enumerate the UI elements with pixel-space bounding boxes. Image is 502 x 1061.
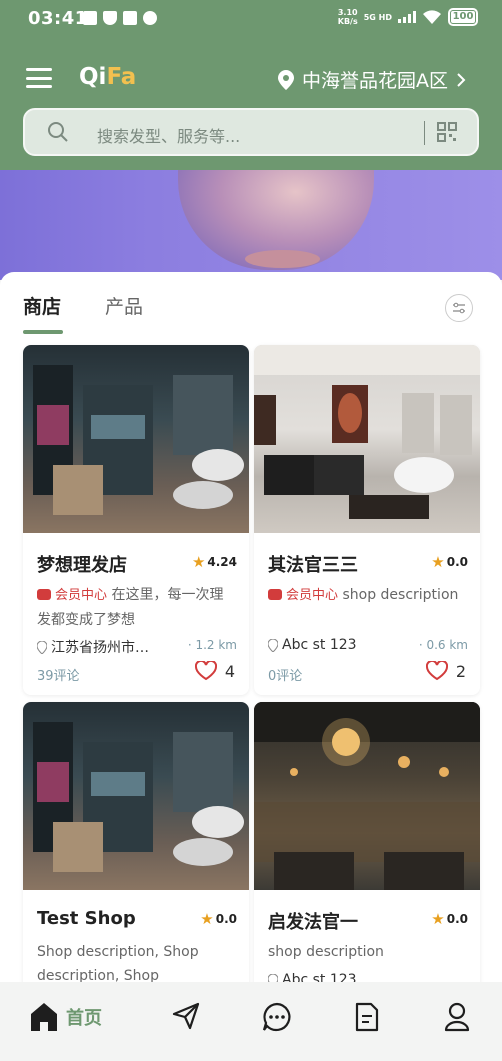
location-selector[interactable]: 中海誉品花园A区 [278,66,466,93]
send-icon [172,1002,200,1030]
notification-icon [83,11,97,25]
star-icon: ★ [431,910,445,928]
shop-card[interactable]: 其法官三三 ★ 0.0 会员中心 shop description Abc st … [254,345,480,695]
member-center-badge: 会员中心 [37,588,107,603]
like-button[interactable]: 2 [425,661,466,681]
search-icon [48,122,68,142]
member-center-badge: 会员中心 [268,588,338,603]
shop-rating: ★ 0.0 [431,553,468,571]
star-icon: ★ [191,553,206,571]
menu-button[interactable] [26,68,52,88]
shop-description: 会员中心 在这里，每一次理发都变成了梦想 [37,587,224,628]
shop-distance: · 0.6 km [418,638,468,652]
user-icon [444,1002,470,1032]
review-count[interactable]: 39评论 [37,665,80,684]
shop-description: shop description [268,944,384,960]
network-speed: 3.10 KB/s [337,8,358,26]
location-pin-icon [268,638,278,652]
signal-icon [398,11,416,23]
home-icon [31,1003,57,1031]
settings-icon [143,11,157,25]
mail-icon [123,11,137,25]
star-icon: ★ [200,910,214,928]
status-time: 03:41 [28,8,88,29]
nav-orders[interactable] [354,1002,380,1032]
app-logo: QiFa [79,64,137,90]
location-pin-icon [278,69,294,90]
shop-distance: · 1.2 km [187,638,237,652]
chat-icon [262,1002,291,1032]
promo-banner[interactable] [0,170,502,280]
search-input[interactable]: 搜索发型、服务等... [97,123,240,147]
location-pin-icon [37,640,47,654]
shield-icon [103,11,117,25]
app-header: 03:41 3.10 KB/s 5G HD 100 QiFa 中海誉品花园A区 … [0,0,502,170]
shop-image [254,702,480,890]
filter-icon [453,302,465,314]
shop-name: 其法官三三 [268,555,358,576]
shop-rating: ★ 4.24 [191,553,237,571]
shop-address: Abc st 123 [268,972,468,982]
tab-products[interactable]: 产品 [105,292,143,319]
shop-rating: ★ 0.0 [431,910,468,928]
bottom-nav: 首页 [0,982,502,1061]
nav-discover[interactable] [172,1002,200,1030]
shop-card[interactable]: Test Shop ★ 0.0 Shop description, Shop de… [23,702,249,982]
star-icon: ★ [431,553,445,571]
notification-icons [83,11,157,25]
review-count[interactable]: 0评论 [268,665,302,684]
shop-image [254,345,480,533]
shop-card[interactable]: 梦想理发店 ★ 4.24 会员中心 在这里，每一次理发都变成了梦想 江苏省扬州市…… [23,345,249,695]
heart-icon [194,661,217,681]
nav-home[interactable]: 首页 [30,1002,102,1032]
search-divider [424,121,425,145]
chevron-right-icon [457,72,466,87]
qr-scan-icon[interactable] [437,122,457,142]
nav-profile[interactable] [444,1002,470,1032]
shop-description: Shop description, Shop description, Shop [37,944,199,982]
document-icon [355,1002,379,1032]
tab-bar: 商店 产品 [23,292,143,334]
shop-name: 梦想理发店 [37,555,127,576]
member-icon [37,589,51,600]
tab-shops[interactable]: 商店 [23,292,64,334]
nav-messages[interactable] [262,1002,292,1032]
shop-name: 启发法官一 [268,912,358,933]
shop-rating: ★ 0.0 [200,910,237,928]
member-icon [268,589,282,600]
shop-list-panel: 商店 产品 梦想理发店 ★ 4.24 会员中心 在这里，每一次理发都变成了梦想 江… [0,272,502,982]
shop-image [23,345,249,533]
shop-card[interactable]: 启发法官一 ★ 0.0 shop description Abc st 123 [254,702,480,982]
shop-name: Test Shop [37,908,136,929]
filter-button[interactable] [445,294,473,322]
status-bar: 03:41 3.10 KB/s 5G HD 100 [0,0,502,40]
battery-icon: 100 [448,8,478,26]
shop-description: 会员中心 shop description [268,583,468,608]
heart-icon [425,661,448,681]
like-button[interactable]: 4 [194,661,235,681]
location-pin-icon [268,973,278,982]
wifi-icon [423,10,441,24]
shop-image [23,702,249,890]
search-bar[interactable]: 搜索发型、服务等... [23,108,479,156]
location-label: 中海誉品花园A区 [302,70,448,92]
nav-home-label: 首页 [66,1008,102,1029]
signal-label: 5G HD [363,12,392,22]
